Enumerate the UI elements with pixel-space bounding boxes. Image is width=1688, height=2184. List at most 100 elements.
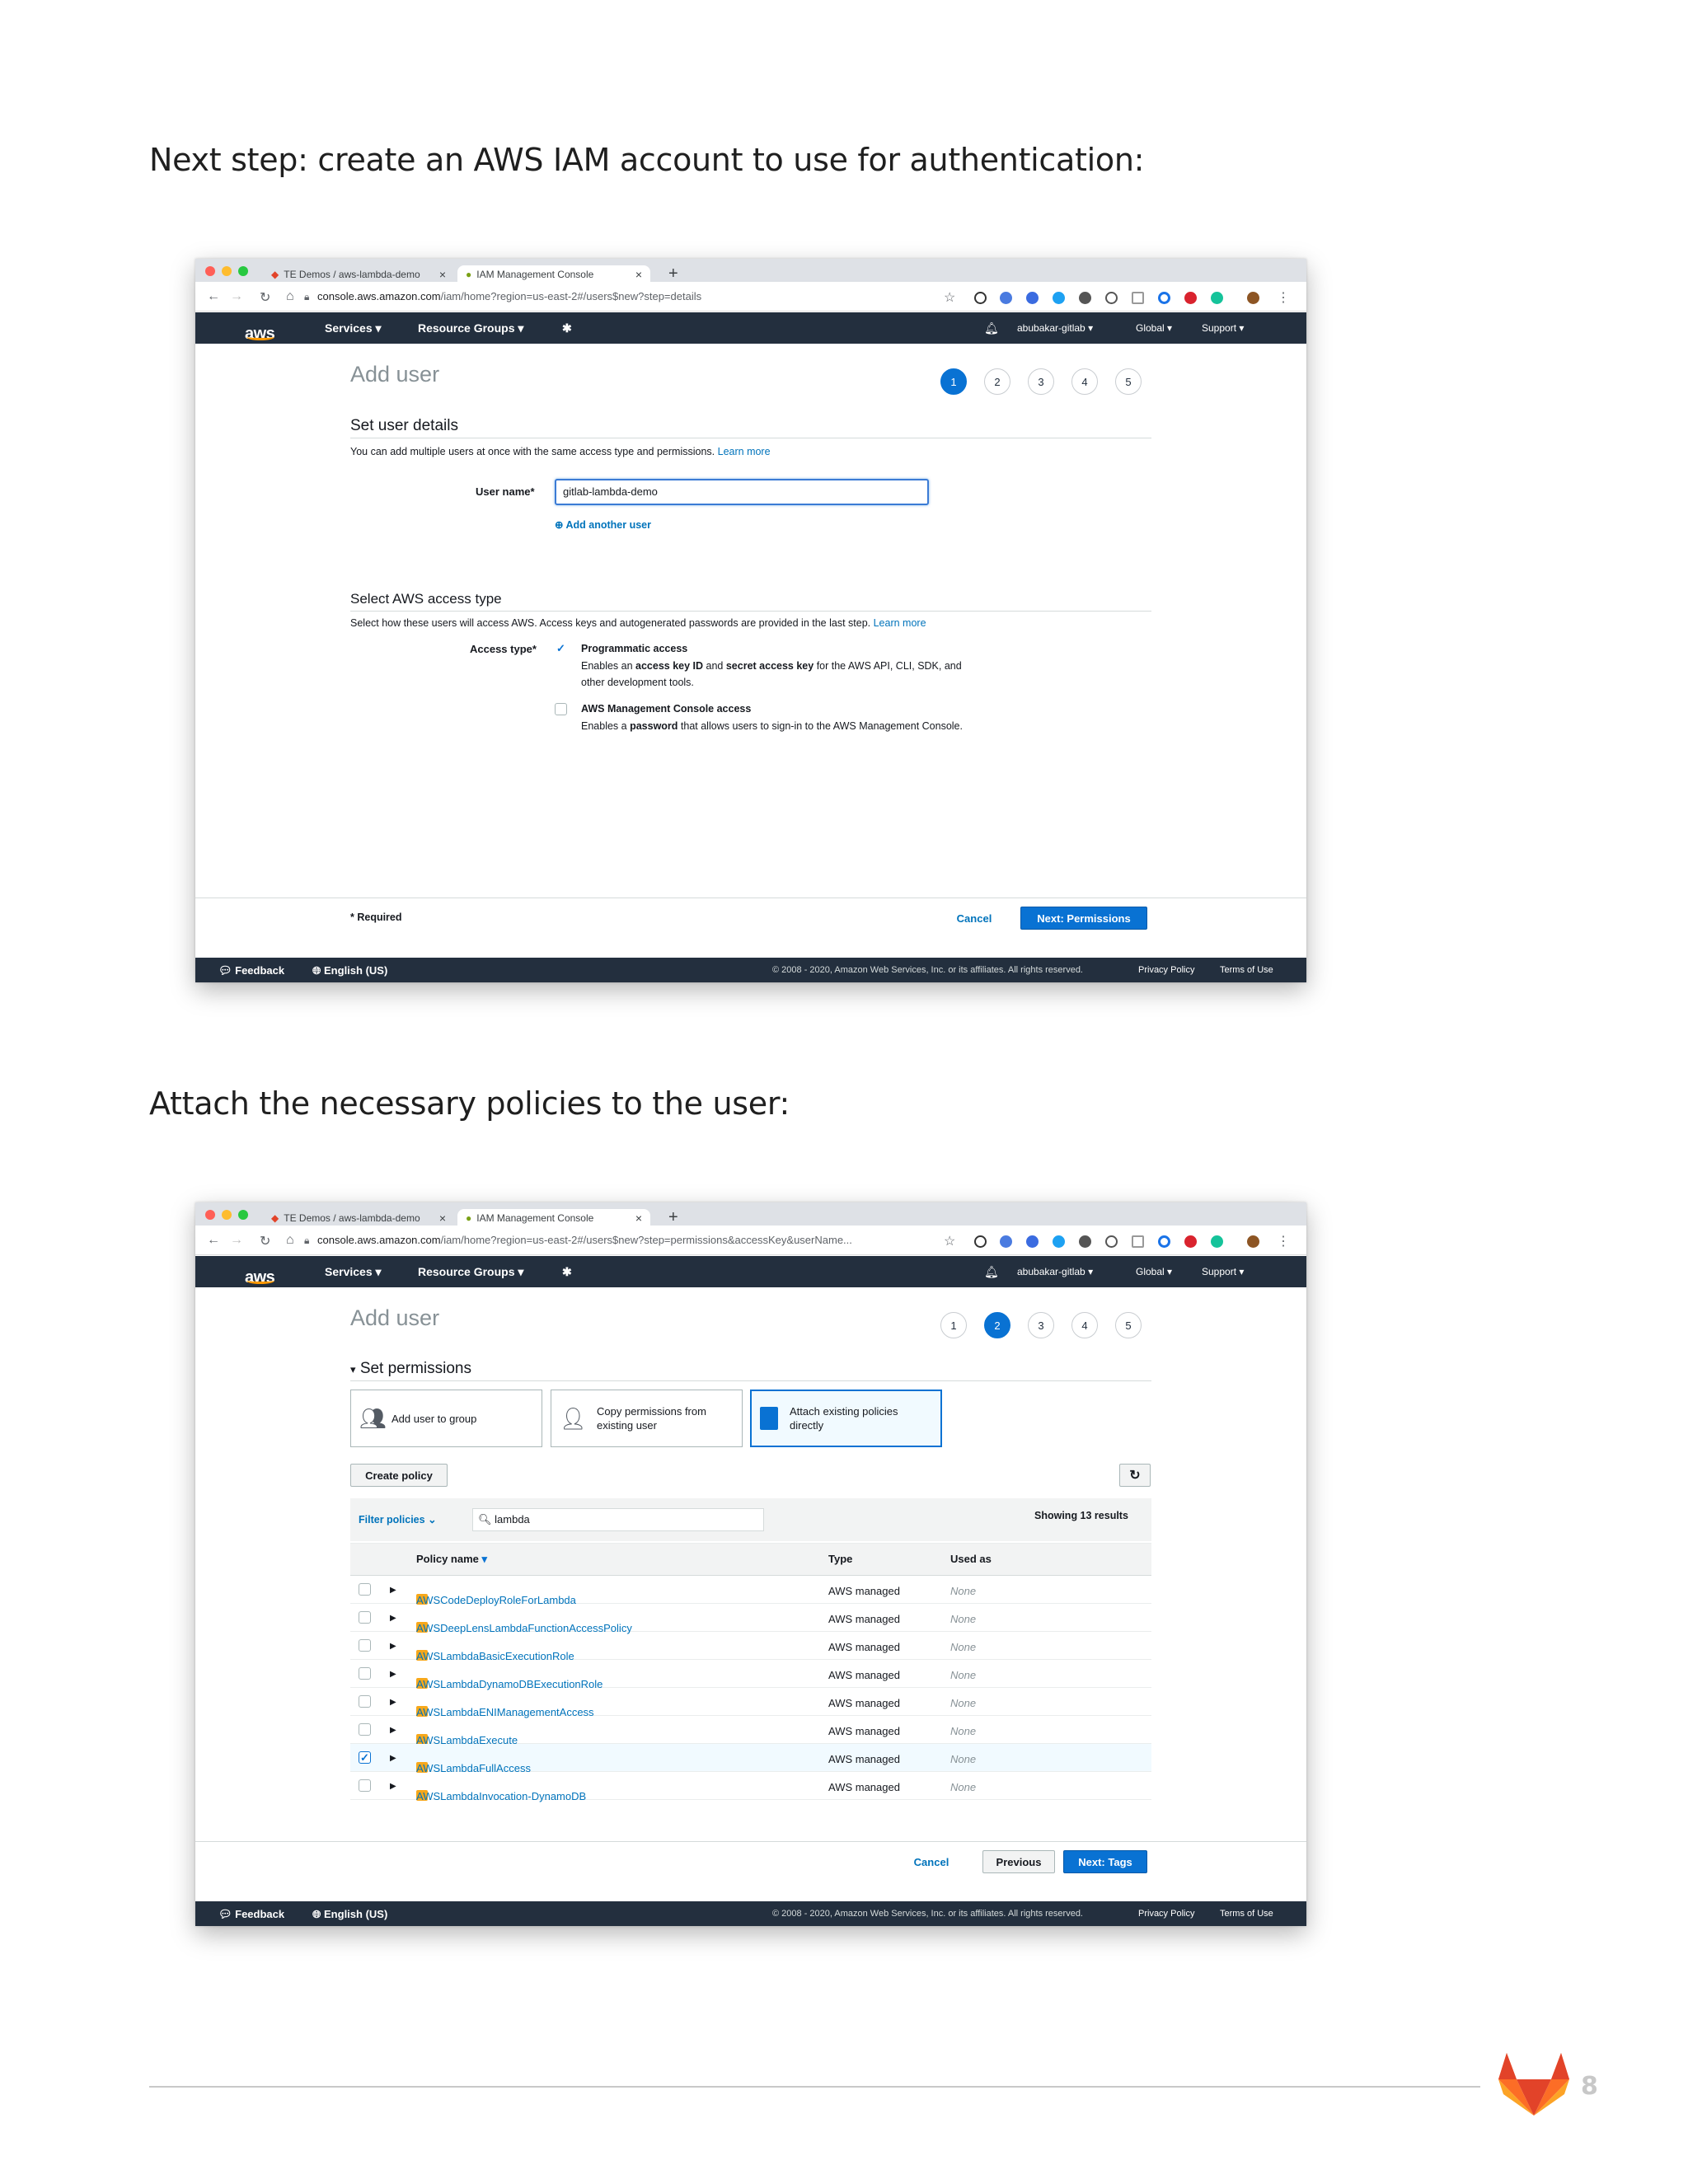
- extension-icon[interactable]: [1026, 292, 1039, 304]
- programmatic-access-checkbox[interactable]: ✓: [555, 643, 567, 655]
- extension-icon[interactable]: [1079, 1235, 1091, 1248]
- filter-policies-dropdown[interactable]: Filter policies ⌄: [359, 1513, 437, 1526]
- new-tab-icon[interactable]: +: [668, 1208, 678, 1227]
- region-menu[interactable]: Global ▾: [1136, 322, 1172, 334]
- pocket-icon[interactable]: [1105, 1235, 1118, 1248]
- extension-icon[interactable]: [1132, 292, 1144, 304]
- set-permissions-heading[interactable]: ▾ Set permissions: [350, 1360, 471, 1378]
- next-tags-button[interactable]: Next: Tags: [1063, 1850, 1147, 1873]
- url-field[interactable]: console.aws.amazon.com/iam/home?region=u…: [317, 1234, 852, 1246]
- browser-tab-iam[interactable]: ● IAM Management Console ×: [457, 1209, 650, 1227]
- close-window-icon[interactable]: [205, 1210, 215, 1220]
- language-selector[interactable]: 🌐︎ English (US): [312, 1908, 387, 1921]
- privacy-policy-link[interactable]: Privacy Policy: [1138, 1909, 1194, 1919]
- table-row[interactable]: ▶ AWSLambdaExecute AWS managed None: [350, 1716, 1151, 1746]
- close-window-icon[interactable]: [205, 266, 215, 276]
- wizard-step-4[interactable]: 4: [1071, 1312, 1098, 1338]
- services-menu[interactable]: Services ▾: [325, 321, 382, 335]
- url-field[interactable]: console.aws.amazon.com/iam/home?region=u…: [317, 290, 701, 302]
- menu-dots-icon[interactable]: ⋮: [1277, 1233, 1290, 1249]
- row-checkbox[interactable]: [359, 1611, 371, 1626]
- row-checkbox[interactable]: [359, 1695, 371, 1710]
- expand-caret-icon[interactable]: ▶: [390, 1726, 396, 1735]
- add-another-user-link[interactable]: ⊕ Add another user: [555, 518, 651, 531]
- table-row[interactable]: ▶ AWSLambdaBasicExecutionRole AWS managed N…: [350, 1632, 1151, 1662]
- services-menu[interactable]: Services ▾: [325, 1265, 382, 1279]
- region-menu[interactable]: Global ▾: [1136, 1266, 1172, 1277]
- bell-icon[interactable]: 🔔︎: [984, 321, 999, 335]
- browser-tab-gitlab[interactable]: ◆ TE Demos / aws-lambda-demo ×: [263, 265, 454, 284]
- support-menu[interactable]: Support ▾: [1202, 1266, 1244, 1277]
- table-row[interactable]: ▶ AWSLambdaENIManagementAccess AWS managed…: [350, 1688, 1151, 1718]
- col-type[interactable]: Type: [828, 1553, 852, 1565]
- reload-icon[interactable]: ↻: [260, 289, 270, 306]
- minimize-window-icon[interactable]: [222, 1210, 232, 1220]
- wizard-step-2[interactable]: 2: [984, 1312, 1010, 1338]
- resource-groups-menu[interactable]: Resource Groups ▾: [418, 321, 523, 335]
- create-policy-button[interactable]: Create policy: [350, 1464, 448, 1487]
- learn-more-link[interactable]: Learn more: [718, 446, 771, 457]
- close-tab-icon[interactable]: ×: [426, 1212, 446, 1225]
- bell-icon[interactable]: 🔔︎: [984, 1265, 999, 1279]
- feedback-link[interactable]: 💬︎ Feedback: [218, 964, 284, 977]
- learn-more-link[interactable]: Learn more: [874, 617, 926, 629]
- table-row[interactable]: ✓ ▶ AWSLambdaFullAccess AWS managed None: [350, 1744, 1151, 1774]
- maximize-window-icon[interactable]: [238, 266, 248, 276]
- expand-caret-icon[interactable]: ▶: [390, 1698, 396, 1707]
- language-selector[interactable]: 🌐︎ English (US): [312, 964, 387, 977]
- extension-icon[interactable]: [974, 292, 987, 304]
- feedback-link[interactable]: 💬︎ Feedback: [218, 1908, 284, 1921]
- col-used-as[interactable]: Used as: [950, 1553, 992, 1565]
- row-checkbox[interactable]: [359, 1667, 371, 1682]
- extension-icon[interactable]: [1079, 292, 1091, 304]
- row-checkbox[interactable]: [359, 1723, 371, 1738]
- twitter-icon[interactable]: [1053, 292, 1065, 304]
- previous-button[interactable]: Previous: [982, 1850, 1055, 1873]
- pocket-icon[interactable]: [1105, 292, 1118, 304]
- extension-icon[interactable]: [1132, 1235, 1144, 1248]
- terms-of-use-link[interactable]: Terms of Use: [1220, 965, 1273, 975]
- account-menu[interactable]: abubakar-gitlab ▾: [1017, 322, 1093, 334]
- avatar[interactable]: [1247, 292, 1259, 304]
- close-tab-icon[interactable]: ×: [426, 268, 446, 281]
- extension-icon[interactable]: [1184, 292, 1197, 304]
- next-permissions-button[interactable]: Next: Permissions: [1020, 907, 1147, 930]
- minimize-window-icon[interactable]: [222, 266, 232, 276]
- forward-icon[interactable]: →: [230, 289, 243, 304]
- twitter-icon[interactable]: [1053, 1235, 1065, 1248]
- copy-permissions-card[interactable]: 👤︎ Copy permissions from existing user: [551, 1390, 743, 1447]
- resource-groups-menu[interactable]: Resource Groups ▾: [418, 1265, 523, 1279]
- extension-icon[interactable]: [1000, 292, 1012, 304]
- terms-of-use-link[interactable]: Terms of Use: [1220, 1909, 1273, 1919]
- console-access-checkbox[interactable]: [555, 703, 567, 715]
- wizard-step-5[interactable]: 5: [1115, 368, 1142, 395]
- col-policy-name[interactable]: Policy name ▾: [416, 1553, 487, 1566]
- grammarly-icon[interactable]: [1211, 292, 1223, 304]
- back-icon[interactable]: ←: [207, 1233, 220, 1248]
- maximize-window-icon[interactable]: [238, 1210, 248, 1220]
- grammarly-icon[interactable]: [1211, 1235, 1223, 1248]
- table-row[interactable]: ▶ AWSLambdaInvocation-DynamoDB AWS managed…: [350, 1772, 1151, 1802]
- wizard-step-1[interactable]: 1: [940, 1312, 967, 1338]
- expand-caret-icon[interactable]: ▶: [390, 1754, 396, 1763]
- browser-tab-gitlab[interactable]: ◆ TE Demos / aws-lambda-demo ×: [263, 1209, 454, 1227]
- wizard-step-3[interactable]: 3: [1028, 1312, 1054, 1338]
- back-icon[interactable]: ←: [207, 289, 220, 304]
- privacy-policy-link[interactable]: Privacy Policy: [1138, 965, 1194, 975]
- wizard-step-2[interactable]: 2: [984, 368, 1010, 395]
- bookmark-star-icon[interactable]: ☆: [944, 1233, 955, 1249]
- pin-icon[interactable]: ✱: [562, 321, 572, 335]
- extension-icon[interactable]: [1000, 1235, 1012, 1248]
- support-menu[interactable]: Support ▾: [1202, 322, 1244, 334]
- refresh-icon[interactable]: ↻: [1119, 1464, 1151, 1487]
- user-name-input[interactable]: gitlab-lambda-demo: [555, 479, 929, 505]
- expand-caret-icon[interactable]: ▶: [390, 1670, 396, 1679]
- policy-search-input[interactable]: 🔍︎ lambda: [472, 1508, 764, 1531]
- extension-icon[interactable]: [974, 1235, 987, 1248]
- row-checkbox[interactable]: ✓: [359, 1751, 371, 1764]
- wizard-step-1[interactable]: 1: [940, 368, 967, 395]
- reload-icon[interactable]: ↻: [260, 1233, 270, 1249]
- bookmark-star-icon[interactable]: ☆: [944, 289, 955, 306]
- cancel-button[interactable]: Cancel: [906, 1850, 957, 1873]
- expand-caret-icon[interactable]: ▶: [390, 1614, 396, 1623]
